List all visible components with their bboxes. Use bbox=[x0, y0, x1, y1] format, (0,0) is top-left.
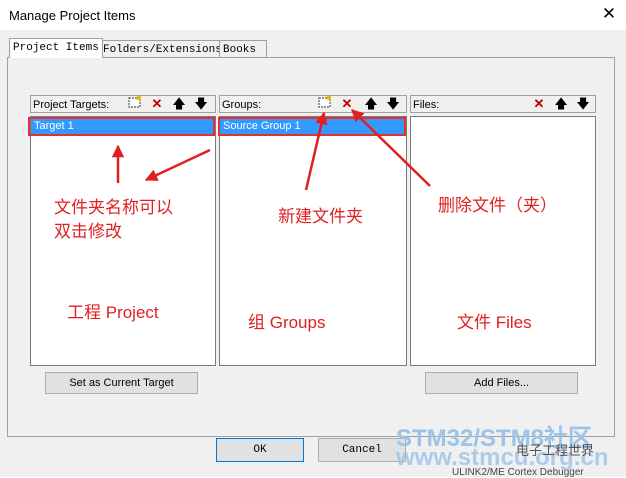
watermark-brand: 电子工程世界 bbox=[516, 443, 595, 458]
arrow-to-target-right bbox=[144, 148, 211, 182]
arrow-to-delete bbox=[351, 109, 431, 187]
set-current-target-button[interactable]: Set as Current Target bbox=[45, 372, 198, 394]
add-files-button[interactable]: Add Files... bbox=[425, 372, 578, 394]
annotation-arrows bbox=[111, 109, 431, 191]
cancel-button[interactable]: Cancel bbox=[318, 438, 406, 462]
arrow-to-new-folder bbox=[304, 111, 328, 191]
tab-project-items[interactable]: Project Items bbox=[9, 38, 103, 58]
ok-button[interactable]: OK bbox=[216, 438, 304, 462]
